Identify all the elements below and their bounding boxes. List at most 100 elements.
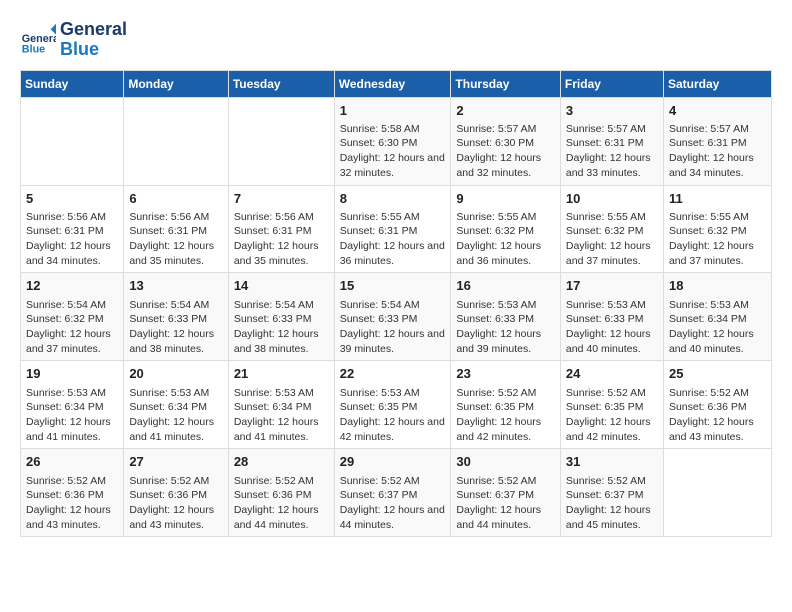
day-info: Sunrise: 5:56 AMSunset: 6:31 PMDaylight:… (234, 210, 329, 269)
day-number: 16 (456, 277, 555, 295)
weekday-header-monday: Monday (124, 70, 228, 97)
calendar-header: SundayMondayTuesdayWednesdayThursdayFrid… (21, 70, 772, 97)
week-row-5: 26 Sunrise: 5:52 AMSunset: 6:36 PMDayligh… (21, 449, 772, 537)
calendar-table: SundayMondayTuesdayWednesdayThursdayFrid… (20, 70, 772, 538)
calendar-cell: 25Sunrise: 5:52 AMSunset: 6:36 PMDayligh… (663, 361, 771, 449)
calendar-cell: 21Sunrise: 5:53 AMSunset: 6:34 PMDayligh… (228, 361, 334, 449)
weekday-header-sunday: Sunday (21, 70, 124, 97)
day-info: Sunrise: 5:53 AMSunset: 6:33 PMDaylight:… (566, 298, 658, 357)
calendar-cell: 10Sunrise: 5:55 AMSunset: 6:32 PMDayligh… (560, 185, 663, 273)
day-info: Sunrise: 5:53 AMSunset: 6:34 PMDaylight:… (129, 386, 222, 445)
week-row-1: 1Sunrise: 5:58 AMSunset: 6:30 PMDaylight… (21, 97, 772, 185)
day-info: Sunrise: 5:58 AMSunset: 6:30 PMDaylight:… (340, 122, 446, 181)
day-number: 25 (669, 365, 766, 383)
calendar-cell: 24 Sunrise: 5:52 AMSunset: 6:35 PMDayligh… (560, 361, 663, 449)
logo-blue: Blue (60, 40, 127, 60)
day-info: Sunrise: 5:54 AMSunset: 6:33 PMDaylight:… (234, 298, 329, 357)
day-number: 29 (340, 453, 446, 471)
calendar-cell: 14 Sunrise: 5:54 AMSunset: 6:33 PMDayligh… (228, 273, 334, 361)
calendar-cell: 15 Sunrise: 5:54 AMSunset: 6:33 PMDayligh… (334, 273, 451, 361)
day-info: Sunrise: 5:56 AMSunset: 6:31 PMDaylight:… (26, 210, 118, 269)
calendar-cell: 9 Sunrise: 5:55 AMSunset: 6:32 PMDaylight… (451, 185, 561, 273)
weekday-header-wednesday: Wednesday (334, 70, 451, 97)
day-info: Sunrise: 5:53 AMSunset: 6:34 PMDaylight:… (669, 298, 766, 357)
day-number: 19 (26, 365, 118, 383)
logo-general: General (60, 20, 127, 40)
calendar-cell: 5 Sunrise: 5:56 AMSunset: 6:31 PMDaylight… (21, 185, 124, 273)
day-info: Sunrise: 5:53 AMSunset: 6:35 PMDaylight:… (340, 386, 446, 445)
day-info: Sunrise: 5:52 AMSunset: 6:36 PMDaylight:… (26, 474, 118, 533)
weekday-header-thursday: Thursday (451, 70, 561, 97)
calendar-cell: 29 Sunrise: 5:52 AMSunset: 6:37 PMDayligh… (334, 449, 451, 537)
calendar-cell: 30 Sunrise: 5:52 AMSunset: 6:37 PMDayligh… (451, 449, 561, 537)
day-info: Sunrise: 5:52 AMSunset: 6:35 PMDaylight:… (456, 386, 555, 445)
svg-text:Blue: Blue (22, 43, 45, 55)
calendar-cell: 22 Sunrise: 5:53 AMSunset: 6:35 PMDayligh… (334, 361, 451, 449)
day-number: 12 (26, 277, 118, 295)
calendar-cell: 6Sunrise: 5:56 AMSunset: 6:31 PMDaylight… (124, 185, 228, 273)
calendar-cell: 19 Sunrise: 5:53 AMSunset: 6:34 PMDayligh… (21, 361, 124, 449)
day-info: Sunrise: 5:53 AMSunset: 6:34 PMDaylight:… (26, 386, 118, 445)
day-info: Sunrise: 5:57 AMSunset: 6:31 PMDaylight:… (669, 122, 766, 181)
calendar-cell: 18Sunrise: 5:53 AMSunset: 6:34 PMDayligh… (663, 273, 771, 361)
day-info: Sunrise: 5:52 AMSunset: 6:37 PMDaylight:… (340, 474, 446, 533)
day-info: Sunrise: 5:52 AMSunset: 6:37 PMDaylight:… (566, 474, 658, 533)
day-number: 2 (456, 102, 555, 120)
calendar-cell (21, 97, 124, 185)
day-number: 27 (129, 453, 222, 471)
day-info: Sunrise: 5:53 AMSunset: 6:34 PMDaylight:… (234, 386, 329, 445)
day-info: Sunrise: 5:55 AMSunset: 6:32 PMDaylight:… (669, 210, 766, 269)
day-number: 15 (340, 277, 446, 295)
calendar-cell (228, 97, 334, 185)
day-info: Sunrise: 5:53 AMSunset: 6:33 PMDaylight:… (456, 298, 555, 357)
day-number: 9 (456, 190, 555, 208)
day-number: 11 (669, 190, 766, 208)
week-row-3: 12 Sunrise: 5:54 AMSunset: 6:32 PMDayligh… (21, 273, 772, 361)
calendar-cell: 8 Sunrise: 5:55 AMSunset: 6:31 PMDaylight… (334, 185, 451, 273)
week-row-2: 5 Sunrise: 5:56 AMSunset: 6:31 PMDaylight… (21, 185, 772, 273)
day-info: Sunrise: 5:52 AMSunset: 6:36 PMDaylight:… (129, 474, 222, 533)
week-row-4: 19 Sunrise: 5:53 AMSunset: 6:34 PMDayligh… (21, 361, 772, 449)
day-number: 24 (566, 365, 658, 383)
day-number: 22 (340, 365, 446, 383)
calendar-cell: 1Sunrise: 5:58 AMSunset: 6:30 PMDaylight… (334, 97, 451, 185)
day-info: Sunrise: 5:54 AMSunset: 6:32 PMDaylight:… (26, 298, 118, 357)
calendar-cell: 27 Sunrise: 5:52 AMSunset: 6:36 PMDayligh… (124, 449, 228, 537)
weekday-header-row: SundayMondayTuesdayWednesdayThursdayFrid… (21, 70, 772, 97)
calendar-cell (663, 449, 771, 537)
page-header: General Blue General Blue (20, 20, 772, 60)
day-number: 28 (234, 453, 329, 471)
day-info: Sunrise: 5:54 AMSunset: 6:33 PMDaylight:… (340, 298, 446, 357)
calendar-body: 1Sunrise: 5:58 AMSunset: 6:30 PMDaylight… (21, 97, 772, 537)
day-number: 4 (669, 102, 766, 120)
day-info: Sunrise: 5:57 AMSunset: 6:31 PMDaylight:… (566, 122, 658, 181)
calendar-cell: 17Sunrise: 5:53 AMSunset: 6:33 PMDayligh… (560, 273, 663, 361)
calendar-cell: 12 Sunrise: 5:54 AMSunset: 6:32 PMDayligh… (21, 273, 124, 361)
calendar-cell: 7 Sunrise: 5:56 AMSunset: 6:31 PMDaylight… (228, 185, 334, 273)
day-number: 20 (129, 365, 222, 383)
day-info: Sunrise: 5:55 AMSunset: 6:31 PMDaylight:… (340, 210, 446, 269)
day-number: 13 (129, 277, 222, 295)
day-info: Sunrise: 5:55 AMSunset: 6:32 PMDaylight:… (566, 210, 658, 269)
day-info: Sunrise: 5:52 AMSunset: 6:37 PMDaylight:… (456, 474, 555, 533)
day-number: 8 (340, 190, 446, 208)
day-number: 14 (234, 277, 329, 295)
day-number: 30 (456, 453, 555, 471)
weekday-header-saturday: Saturday (663, 70, 771, 97)
calendar-cell: 28Sunrise: 5:52 AMSunset: 6:36 PMDayligh… (228, 449, 334, 537)
day-number: 31 (566, 453, 658, 471)
calendar-cell: 20 Sunrise: 5:53 AMSunset: 6:34 PMDayligh… (124, 361, 228, 449)
calendar-cell: 2Sunrise: 5:57 AMSunset: 6:30 PMDaylight… (451, 97, 561, 185)
day-info: Sunrise: 5:52 AMSunset: 6:35 PMDaylight:… (566, 386, 658, 445)
day-info: Sunrise: 5:54 AMSunset: 6:33 PMDaylight:… (129, 298, 222, 357)
calendar-cell: 13 Sunrise: 5:54 AMSunset: 6:33 PMDayligh… (124, 273, 228, 361)
calendar-cell: 11 Sunrise: 5:55 AMSunset: 6:32 PMDayligh… (663, 185, 771, 273)
weekday-header-friday: Friday (560, 70, 663, 97)
day-number: 26 (26, 453, 118, 471)
day-number: 6 (129, 190, 222, 208)
calendar-cell: 4 Sunrise: 5:57 AMSunset: 6:31 PMDaylight… (663, 97, 771, 185)
day-number: 5 (26, 190, 118, 208)
day-info: Sunrise: 5:55 AMSunset: 6:32 PMDaylight:… (456, 210, 555, 269)
calendar-cell: 16 Sunrise: 5:53 AMSunset: 6:33 PMDayligh… (451, 273, 561, 361)
day-number: 7 (234, 190, 329, 208)
